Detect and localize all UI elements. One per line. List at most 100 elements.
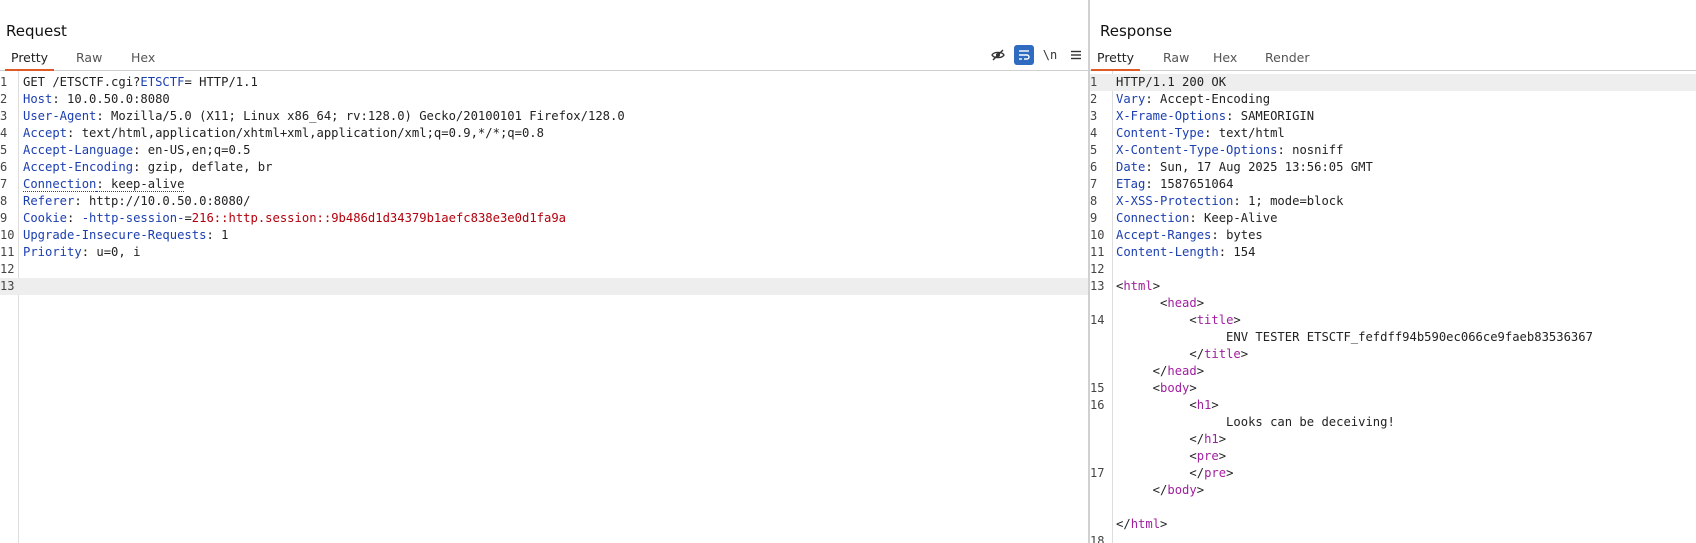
header-name: Cookie	[23, 211, 68, 225]
code-line: 4 Accept: text/html,application/xhtml+xml…	[0, 125, 1088, 142]
line-number: 3	[1090, 109, 1098, 123]
text-segment: <	[1116, 296, 1168, 310]
line-number: 1	[0, 75, 8, 89]
text-segment: : 1587651064	[1145, 177, 1234, 191]
tab-raw[interactable]: Raw	[1157, 49, 1195, 69]
text-segment: </	[1116, 483, 1168, 497]
line-number: 10	[1090, 228, 1105, 242]
code-line: 16 <h1>	[1090, 397, 1696, 414]
tab-render[interactable]: Render	[1259, 49, 1316, 69]
header-name: Referer	[23, 194, 75, 208]
line-number: 18	[1090, 534, 1105, 543]
code-line: 11 Priority: u=0, i	[0, 244, 1088, 261]
text-segment: >	[1226, 466, 1234, 480]
eye-slash-icon[interactable]	[988, 45, 1008, 65]
response-tabs: Pretty Raw Hex Render	[1090, 49, 1696, 71]
header-name: X-Content-Type-Options	[1116, 143, 1278, 157]
text-segment: HTTP/1.1 200 OK	[1116, 75, 1227, 89]
text-segment: : 154	[1218, 245, 1256, 259]
tab-hex[interactable]: Hex	[125, 49, 161, 69]
text-segment: : 1; mode=block	[1233, 194, 1344, 208]
line-number: 15	[1090, 381, 1105, 395]
line-number: 4	[1090, 126, 1098, 140]
line-content: Looks can be deceiving!	[1116, 414, 1395, 431]
header-name: Vary	[1116, 92, 1146, 106]
tag-name: h1	[1196, 398, 1212, 412]
tag-name: head	[1167, 364, 1197, 378]
code-line: 11 Content-Length: 154	[1090, 244, 1696, 261]
code-line: </body>	[1090, 482, 1696, 499]
code-line: 10 Accept-Ranges: bytes	[1090, 227, 1696, 244]
header-name: Upgrade-Insecure-Requests	[23, 228, 207, 242]
line-number: 2	[1090, 92, 1098, 106]
line-content: Connection: Keep-Alive	[1116, 210, 1277, 227]
line-content: Accept-Encoding: gzip, deflate, br	[23, 159, 272, 176]
tab-pretty[interactable]: Pretty	[1091, 49, 1141, 71]
menu-icon[interactable]	[1066, 45, 1086, 65]
text-segment: </	[1116, 432, 1205, 446]
line-content: </body>	[1116, 482, 1204, 499]
header-name: Connection	[1116, 211, 1190, 225]
line-content: Accept: text/html,application/xhtml+xml,…	[23, 125, 544, 142]
line-content: User-Agent: Mozilla/5.0 (X11; Linux x86_…	[23, 108, 625, 125]
line-content: <body>	[1116, 380, 1197, 397]
code-line: 6 Accept-Encoding: gzip, deflate, br	[0, 159, 1088, 176]
code-line: Looks can be deceiving!	[1090, 414, 1696, 431]
tab-pretty[interactable]: Pretty	[5, 49, 55, 71]
code-line: <head>	[1090, 295, 1696, 312]
tag-name: pre	[1204, 466, 1227, 480]
header-name: X-Frame-Options	[1116, 109, 1227, 123]
response-lines: 1 HTTP/1.1 200 OK 2 Vary: Accept-Encoding 3 X…	[1090, 74, 1696, 543]
line-content: </head>	[1116, 363, 1204, 380]
text-segment: : nosniff	[1277, 143, 1344, 157]
header-name: ETSCTF	[140, 75, 185, 89]
line-content: X-Content-Type-Options: nosniff	[1116, 142, 1343, 159]
code-line: 5 Accept-Language: en-US,en;q=0.5	[0, 142, 1088, 159]
response-editor[interactable]: 1 HTTP/1.1 200 OK 2 Vary: Accept-Encoding 3 X…	[1090, 71, 1696, 543]
line-number: 6	[0, 160, 8, 174]
header-name: Date	[1116, 160, 1146, 174]
request-editor[interactable]: 1 GET /ETSCTF.cgi?ETSCTF= HTTP/1.1 2 Host: …	[0, 71, 1088, 543]
code-line: 6 Date: Sun, 17 Aug 2025 13:56:05 GMT	[1090, 159, 1696, 176]
text-segment: </	[1116, 517, 1131, 531]
code-line: 10 Upgrade-Insecure-Requests: 1	[0, 227, 1088, 244]
text-segment: : Sun, 17 Aug 2025 13:56:05 GMT	[1145, 160, 1373, 174]
line-number: 17	[1090, 466, 1105, 480]
line-number: 13	[0, 279, 15, 293]
code-line: <pre>	[1090, 448, 1696, 465]
line-content: Connection: keep-alive	[23, 176, 185, 193]
text-segment: : SAMEORIGIN	[1226, 109, 1315, 123]
line-content: ENV TESTER ETSCTF_fefdff94b590ec066ce9fa…	[1116, 329, 1593, 346]
code-line: 7 Connection: keep-alive	[0, 176, 1088, 193]
line-content: X-XSS-Protection: 1; mode=block	[1116, 193, 1343, 210]
header-name: ETag	[1116, 177, 1146, 191]
code-line: 3 User-Agent: Mozilla/5.0 (X11; Linux x86…	[0, 108, 1088, 125]
line-number: 13	[1090, 279, 1105, 293]
line-content: Accept-Ranges: bytes	[1116, 227, 1263, 244]
text-segment: >	[1189, 381, 1197, 395]
text-segment: = HTTP/1.1	[184, 75, 258, 89]
line-content: <head>	[1116, 295, 1204, 312]
line-number: 1	[1090, 75, 1098, 89]
text-segment: >	[1160, 517, 1168, 531]
line-number: 2	[0, 92, 8, 106]
text-segment: :	[67, 211, 82, 225]
header-name: Content-Length	[1116, 245, 1219, 259]
word-wrap-icon[interactable]	[1014, 45, 1034, 65]
tab-hex[interactable]: Hex	[1207, 49, 1243, 69]
request-toolbar: \n	[988, 45, 1088, 67]
line-content: <html>	[1116, 278, 1160, 295]
newline-toggle-button[interactable]: \n	[1040, 45, 1060, 65]
line-number: 5	[0, 143, 8, 157]
line-content: GET /ETSCTF.cgi?ETSCTF= HTTP/1.1	[23, 74, 258, 91]
tab-raw[interactable]: Raw	[70, 49, 108, 69]
code-line: 2 Vary: Accept-Encoding	[1090, 91, 1696, 108]
text-segment: </	[1116, 364, 1168, 378]
code-line: ENV TESTER ETSCTF_fefdff94b590ec066ce9fa…	[1090, 329, 1696, 346]
code-line: 12	[0, 261, 1088, 278]
code-line: </h1>	[1090, 431, 1696, 448]
line-content: ETag: 1587651064	[1116, 176, 1233, 193]
code-line: 13 <html>	[1090, 278, 1696, 295]
code-line: </html>	[1090, 516, 1696, 533]
